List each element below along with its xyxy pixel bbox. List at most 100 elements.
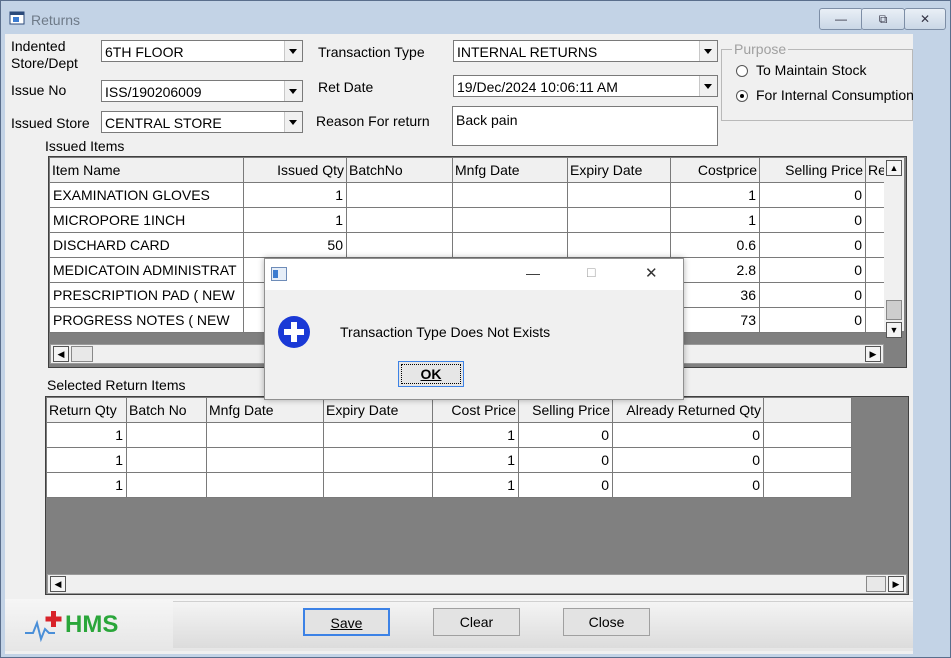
dialog-close-button[interactable]: ✕	[645, 264, 658, 282]
table-cell[interactable]: 0	[759, 207, 866, 233]
table-cell[interactable]: 0	[759, 182, 866, 208]
table-cell[interactable]: MEDICATOIN ADMINISTRAT	[49, 257, 244, 283]
table-cell[interactable]: 0.6	[670, 232, 760, 258]
close-window-button[interactable]: ✕	[904, 8, 946, 30]
column-header[interactable]: Batch No	[126, 397, 207, 423]
table-cell[interactable]: PROGRESS NOTES ( NEW	[49, 307, 244, 333]
table-cell[interactable]	[206, 447, 324, 473]
ret-date-picker[interactable]: 19/Dec/2024 10:06:11 AM	[453, 75, 718, 97]
table-row[interactable]: MICROPORE 1INCH 1 1 0	[49, 207, 889, 233]
scroll-left-icon[interactable]: ◀	[50, 576, 66, 592]
table-row[interactable]: EXAMINATION GLOVES 1 1 0	[49, 182, 889, 208]
column-header[interactable]: Selling Price	[759, 157, 866, 183]
table-cell[interactable]	[126, 422, 207, 448]
table-cell[interactable]: 1	[46, 422, 127, 448]
issued-vscroll[interactable]: ▲ ▼	[884, 158, 904, 338]
radio-internal-consumption[interactable]	[736, 90, 748, 102]
clear-button[interactable]: Clear	[433, 608, 520, 636]
reason-textbox[interactable]: Back pain	[452, 106, 718, 146]
column-header[interactable]: Already Returned Qty	[612, 397, 764, 423]
issue-no-combo[interactable]: ISS/190206009	[101, 80, 303, 102]
table-cell[interactable]: 0	[518, 472, 613, 498]
chevron-down-icon[interactable]	[284, 112, 302, 132]
table-cell[interactable]: 1	[243, 182, 347, 208]
table-row[interactable]: 1100	[46, 472, 852, 498]
return-hscroll[interactable]: ◀ ▶	[47, 574, 907, 594]
table-cell[interactable]: 0	[518, 447, 613, 473]
table-cell[interactable]: 50	[243, 232, 347, 258]
table-cell[interactable]: 0	[612, 447, 764, 473]
table-cell[interactable]	[206, 422, 324, 448]
table-cell[interactable]: 1	[432, 472, 519, 498]
indented-store-combo[interactable]: 6TH FLOOR	[101, 40, 303, 62]
table-cell[interactable]	[452, 207, 568, 233]
table-cell[interactable]: 1	[670, 182, 760, 208]
table-cell[interactable]: EXAMINATION GLOVES	[49, 182, 244, 208]
issued-store-combo[interactable]: CENTRAL STORE	[101, 111, 303, 133]
table-cell[interactable]	[323, 422, 433, 448]
chevron-down-icon[interactable]	[284, 41, 302, 61]
table-cell[interactable]: PRESCRIPTION PAD ( NEW	[49, 282, 244, 308]
table-cell[interactable]	[323, 447, 433, 473]
restore-button[interactable]: ⧉	[861, 8, 905, 30]
table-cell[interactable]	[452, 232, 568, 258]
column-header[interactable]: Issued Qty	[243, 157, 347, 183]
chevron-down-icon[interactable]	[699, 76, 717, 96]
table-cell[interactable]: 1	[432, 422, 519, 448]
table-cell[interactable]: 0	[612, 472, 764, 498]
chevron-down-icon[interactable]	[699, 41, 717, 61]
table-cell[interactable]: 0	[759, 282, 866, 308]
table-cell[interactable]: 0	[759, 307, 866, 333]
dialog-maximize-button[interactable]: □	[587, 264, 595, 280]
table-cell[interactable]	[346, 207, 453, 233]
column-header[interactable]: Item Name	[49, 157, 244, 183]
column-header[interactable]: Return Qty	[46, 397, 127, 423]
column-header[interactable]: Cost Price	[432, 397, 519, 423]
minimize-button[interactable]: —	[819, 8, 863, 30]
table-cell[interactable]	[323, 472, 433, 498]
table-cell[interactable]	[126, 472, 207, 498]
table-cell[interactable]: 0	[759, 257, 866, 283]
column-header[interactable]: Mnfg Date	[206, 397, 324, 423]
transaction-type-combo[interactable]: INTERNAL RETURNS	[453, 40, 718, 62]
table-cell[interactable]	[567, 182, 671, 208]
table-cell[interactable]: 1	[46, 447, 127, 473]
hscroll-thumb[interactable]	[866, 576, 886, 592]
column-header[interactable]: BatchNo	[346, 157, 453, 183]
column-header[interactable]: Selling Price	[518, 397, 613, 423]
table-cell[interactable]: 1	[46, 472, 127, 498]
table-cell[interactable]	[346, 182, 453, 208]
table-cell[interactable]: 1	[432, 447, 519, 473]
radio-internal-consumption-label[interactable]: For Internal Consumption	[756, 87, 914, 103]
column-header[interactable]: Costprice	[670, 157, 760, 183]
table-row[interactable]: 1100	[46, 422, 852, 448]
table-cell[interactable]: 1	[243, 207, 347, 233]
scroll-thumb[interactable]	[886, 300, 902, 320]
table-cell[interactable]: 0	[612, 422, 764, 448]
radio-maintain-stock[interactable]	[736, 65, 748, 77]
table-cell[interactable]	[452, 182, 568, 208]
chevron-down-icon[interactable]	[284, 81, 302, 101]
table-cell[interactable]: MICROPORE 1INCH	[49, 207, 244, 233]
column-header[interactable]: Expiry Date	[567, 157, 671, 183]
table-cell[interactable]	[763, 447, 852, 473]
table-cell[interactable]	[567, 232, 671, 258]
scroll-up-icon[interactable]: ▲	[886, 160, 902, 176]
table-cell[interactable]	[126, 447, 207, 473]
radio-maintain-stock-label[interactable]: To Maintain Stock	[756, 62, 867, 78]
table-cell[interactable]: 0	[759, 232, 866, 258]
scroll-right-icon[interactable]: ▶	[888, 576, 904, 592]
column-header[interactable]: Mnfg Date	[452, 157, 568, 183]
table-cell[interactable]: 1	[670, 207, 760, 233]
table-cell[interactable]	[206, 472, 324, 498]
hscroll-thumb[interactable]	[71, 346, 93, 362]
table-cell[interactable]	[763, 422, 852, 448]
scroll-right-icon[interactable]: ▶	[865, 346, 881, 362]
table-row[interactable]: 1100	[46, 447, 852, 473]
table-cell[interactable]	[763, 472, 852, 498]
table-row[interactable]: DISCHARD CARD 50 0.6 0	[49, 232, 889, 258]
scroll-left-icon[interactable]: ◀	[53, 346, 69, 362]
table-cell[interactable]	[567, 207, 671, 233]
return-items-grid[interactable]: Return Qty Batch No Mnfg Date Expiry Date Co…	[45, 396, 909, 595]
ok-button[interactable]: OK	[398, 361, 464, 387]
